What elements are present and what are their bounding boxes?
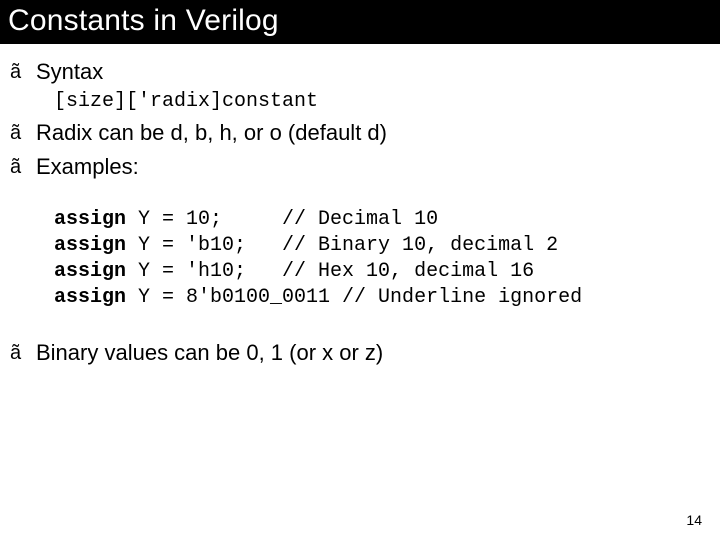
keyword: assign <box>54 286 126 309</box>
code-line-3: assign Y = 'h10; // Hex 10, decimal 16 <box>54 259 710 285</box>
bullet-text: Binary values can be 0, 1 (or x or z) <box>36 339 383 367</box>
bullet-marker-icon: ã <box>10 58 36 86</box>
code-block: assign Y = 10; // Decimal 10 assign Y = … <box>54 207 710 311</box>
bullet-syntax: ã Syntax <box>10 58 710 86</box>
page-number: 14 <box>686 512 702 528</box>
keyword: assign <box>54 234 126 257</box>
bullet-text: Syntax <box>36 58 103 86</box>
bullet-marker-icon: ã <box>10 339 36 367</box>
bullet-examples: ã Examples: <box>10 153 710 181</box>
code-line-2: assign Y = 'b10; // Binary 10, decimal 2 <box>54 233 710 259</box>
syntax-code: [size]['radix]constant <box>54 90 710 113</box>
code-rest: Y = 8'b0100_0011 // Underline ignored <box>126 286 582 309</box>
slide-title: Constants in Verilog <box>0 0 720 44</box>
keyword: assign <box>54 260 126 283</box>
bullet-text: Radix can be d, b, h, or o (default d) <box>36 119 387 147</box>
bullet-marker-icon: ã <box>10 119 36 147</box>
keyword: assign <box>54 208 126 231</box>
bullet-binary: ã Binary values can be 0, 1 (or x or z) <box>10 339 710 367</box>
bullet-radix: ã Radix can be d, b, h, or o (default d) <box>10 119 710 147</box>
code-rest: Y = 'b10; // Binary 10, decimal 2 <box>126 234 558 257</box>
slide-content: ã Syntax [size]['radix]constant ã Radix … <box>0 44 720 367</box>
code-rest: Y = 'h10; // Hex 10, decimal 16 <box>126 260 534 283</box>
bullet-text: Examples: <box>36 153 139 181</box>
bullet-marker-icon: ã <box>10 153 36 181</box>
code-line-4: assign Y = 8'b0100_0011 // Underline ign… <box>54 285 710 311</box>
code-line-1: assign Y = 10; // Decimal 10 <box>54 207 710 233</box>
code-rest: Y = 10; // Decimal 10 <box>126 208 438 231</box>
